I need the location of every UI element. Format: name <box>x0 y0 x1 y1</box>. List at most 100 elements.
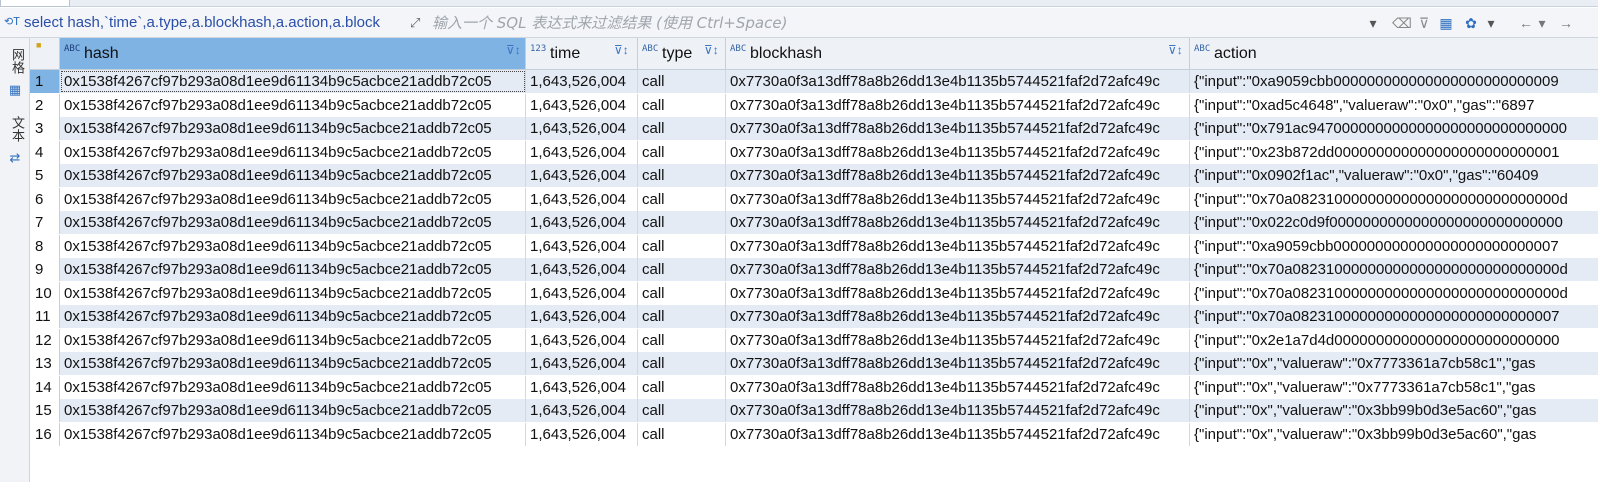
sort-filter-icon[interactable]: ⊽↕ <box>1168 43 1183 57</box>
cell-blockhash[interactable]: 0x7730a0f3a13dff78a8b26dd13e4b1135b57445… <box>726 70 1190 93</box>
row-number[interactable]: 4 <box>30 140 60 164</box>
cell-hash[interactable]: 0x1538f4267cf97b293a08d1ee9d61134b9c5acb… <box>60 305 526 328</box>
cell-action[interactable]: {"input":"0x","valueraw":"0x3bb99b0d3e5a… <box>1190 422 1598 446</box>
history-dropdown-icon[interactable]: ▾ <box>1366 14 1380 32</box>
cell-hash[interactable]: 0x1538f4267cf97b293a08d1ee9d61134b9c5acb… <box>60 352 526 375</box>
cell-type[interactable]: call <box>638 70 726 93</box>
cell-time[interactable]: 1,643,526,004 <box>526 328 638 352</box>
row-number[interactable]: 3 <box>30 117 60 140</box>
cell-action[interactable]: {"input":"0x2e1a7d4d00000000000000000000… <box>1190 328 1598 352</box>
cell-type[interactable]: call <box>638 164 726 187</box>
expand-icon[interactable]: ⤢ <box>410 16 424 30</box>
cell-action[interactable]: {"input":"0x70a0823100000000000000000000… <box>1190 258 1598 281</box>
cell-action[interactable]: {"input":"0x","valueraw":"0x7773361a7cb5… <box>1190 375 1598 399</box>
cell-blockhash[interactable]: 0x7730a0f3a13dff78a8b26dd13e4b1135b57445… <box>726 187 1190 211</box>
cell-action[interactable]: {"input":"0x70a0823100000000000000000000… <box>1190 281 1598 305</box>
cell-action[interactable]: {"input":"0x022c0d9f00000000000000000000… <box>1190 211 1598 234</box>
sql-query-text[interactable]: select hash,`time`,a.type,a.blockhash,a.… <box>24 14 404 34</box>
cell-type[interactable]: call <box>638 399 726 422</box>
cell-hash[interactable]: 0x1538f4267cf97b293a08d1ee9d61134b9c5acb… <box>60 234 526 258</box>
cell-hash[interactable]: 0x1538f4267cf97b293a08d1ee9d61134b9c5acb… <box>60 281 526 305</box>
filter-table-icon[interactable]: ▦ <box>1436 14 1456 32</box>
row-number[interactable]: 11 <box>30 305 60 328</box>
cell-blockhash[interactable]: 0x7730a0f3a13dff78a8b26dd13e4b1135b57445… <box>726 258 1190 281</box>
cell-hash[interactable]: 0x1538f4267cf97b293a08d1ee9d61134b9c5acb… <box>60 375 526 399</box>
cell-blockhash[interactable]: 0x7730a0f3a13dff78a8b26dd13e4b1135b57445… <box>726 399 1190 422</box>
grid-view-label[interactable]: 网格 <box>7 48 24 78</box>
cell-blockhash[interactable]: 0x7730a0f3a13dff78a8b26dd13e4b1135b57445… <box>726 164 1190 187</box>
cell-blockhash[interactable]: 0x7730a0f3a13dff78a8b26dd13e4b1135b57445… <box>726 281 1190 305</box>
back-icon[interactable]: ← <box>1518 14 1534 32</box>
back-dropdown-icon[interactable]: ▾ <box>1536 14 1548 32</box>
cell-hash[interactable]: 0x1538f4267cf97b293a08d1ee9d61134b9c5acb… <box>60 328 526 352</box>
cell-hash[interactable]: 0x1538f4267cf97b293a08d1ee9d61134b9c5acb… <box>60 399 526 422</box>
cell-action[interactable]: {"input":"0x70a0823100000000000000000000… <box>1190 187 1598 211</box>
cell-type[interactable]: call <box>638 117 726 140</box>
forward-icon[interactable]: → <box>1558 14 1574 32</box>
cell-blockhash[interactable]: 0x7730a0f3a13dff78a8b26dd13e4b1135b57445… <box>726 305 1190 328</box>
row-number[interactable]: 8 <box>30 234 60 258</box>
cell-blockhash[interactable]: 0x7730a0f3a13dff78a8b26dd13e4b1135b57445… <box>726 234 1190 258</box>
cell-action[interactable]: {"input":"0x","valueraw":"0x7773361a7cb5… <box>1190 352 1598 375</box>
cell-hash[interactable]: 0x1538f4267cf97b293a08d1ee9d61134b9c5acb… <box>60 70 526 93</box>
filter-input[interactable] <box>430 12 1360 34</box>
filter-settings-icon[interactable]: ⊽ <box>1414 14 1434 32</box>
cell-time[interactable]: 1,643,526,004 <box>526 164 638 187</box>
cell-time[interactable]: 1,643,526,004 <box>526 422 638 446</box>
cell-action[interactable]: {"input":"0x70a0823100000000000000000000… <box>1190 305 1598 328</box>
column-header-blockhash[interactable]: ABC blockhash ⊽↕ <box>726 38 1190 70</box>
cell-time[interactable]: 1,643,526,004 <box>526 234 638 258</box>
text-view-icon[interactable]: ⇄ <box>7 150 23 166</box>
sql-query-icon[interactable]: ⟲T <box>4 15 22 31</box>
row-number[interactable]: 15 <box>30 399 60 422</box>
cell-time[interactable]: 1,643,526,004 <box>526 258 638 281</box>
cell-action[interactable]: {"input":"0x23b872dd00000000000000000000… <box>1190 140 1598 164</box>
row-number[interactable]: 9 <box>30 258 60 281</box>
cell-time[interactable]: 1,643,526,004 <box>526 352 638 375</box>
cell-type[interactable]: call <box>638 140 726 164</box>
row-number[interactable]: 6 <box>30 187 60 211</box>
cell-action[interactable]: {"input":"0xa9059cbb00000000000000000000… <box>1190 234 1598 258</box>
cell-hash[interactable]: 0x1538f4267cf97b293a08d1ee9d61134b9c5acb… <box>60 422 526 446</box>
cell-blockhash[interactable]: 0x7730a0f3a13dff78a8b26dd13e4b1135b57445… <box>726 211 1190 234</box>
cell-time[interactable]: 1,643,526,004 <box>526 70 638 93</box>
cell-blockhash[interactable]: 0x7730a0f3a13dff78a8b26dd13e4b1135b57445… <box>726 375 1190 399</box>
refresh-dropdown-icon[interactable]: ▾ <box>1484 14 1498 32</box>
cell-time[interactable]: 1,643,526,004 <box>526 117 638 140</box>
row-number[interactable]: 10 <box>30 281 60 305</box>
row-number[interactable]: 12 <box>30 328 60 352</box>
row-number[interactable]: 13 <box>30 352 60 375</box>
cell-type[interactable]: call <box>638 187 726 211</box>
cell-type[interactable]: call <box>638 422 726 446</box>
cell-time[interactable]: 1,643,526,004 <box>526 281 638 305</box>
row-number[interactable]: 14 <box>30 375 60 399</box>
cell-hash[interactable]: 0x1538f4267cf97b293a08d1ee9d61134b9c5acb… <box>60 211 526 234</box>
cell-hash[interactable]: 0x1538f4267cf97b293a08d1ee9d61134b9c5acb… <box>60 140 526 164</box>
cell-time[interactable]: 1,643,526,004 <box>526 187 638 211</box>
cell-action[interactable]: {"input":"0x0902f1ac","valueraw":"0x0","… <box>1190 164 1598 187</box>
grid-view-icon[interactable]: ▦ <box>7 82 23 98</box>
cell-time[interactable]: 1,643,526,004 <box>526 305 638 328</box>
cell-action[interactable]: {"input":"0xad5c4648","valueraw":"0x0","… <box>1190 93 1598 117</box>
cell-action[interactable]: {"input":"0x791ac94700000000000000000000… <box>1190 117 1598 140</box>
cell-blockhash[interactable]: 0x7730a0f3a13dff78a8b26dd13e4b1135b57445… <box>726 352 1190 375</box>
cell-type[interactable]: call <box>638 328 726 352</box>
cell-time[interactable]: 1,643,526,004 <box>526 93 638 117</box>
row-number[interactable]: 16 <box>30 422 60 446</box>
row-number[interactable]: 7 <box>30 211 60 234</box>
row-number[interactable]: 1 <box>30 70 60 93</box>
cell-action[interactable]: {"input":"0x","valueraw":"0x3bb99b0d3e5a… <box>1190 399 1598 422</box>
sort-filter-icon[interactable]: ⊽↕ <box>704 43 719 57</box>
cell-type[interactable]: call <box>638 305 726 328</box>
column-header-type[interactable]: ABC type ⊽↕ <box>638 38 726 70</box>
sort-filter-icon[interactable]: ⊽↕ <box>614 43 629 57</box>
cell-type[interactable]: call <box>638 258 726 281</box>
cell-action[interactable]: {"input":"0xa9059cbb00000000000000000000… <box>1190 70 1598 93</box>
cell-hash[interactable]: 0x1538f4267cf97b293a08d1ee9d61134b9c5acb… <box>60 258 526 281</box>
grid-corner[interactable]: ■ <box>30 38 60 70</box>
cell-type[interactable]: call <box>638 375 726 399</box>
cell-type[interactable]: call <box>638 281 726 305</box>
cell-blockhash[interactable]: 0x7730a0f3a13dff78a8b26dd13e4b1135b57445… <box>726 328 1190 352</box>
cell-type[interactable]: call <box>638 234 726 258</box>
cell-hash[interactable]: 0x1538f4267cf97b293a08d1ee9d61134b9c5acb… <box>60 93 526 117</box>
